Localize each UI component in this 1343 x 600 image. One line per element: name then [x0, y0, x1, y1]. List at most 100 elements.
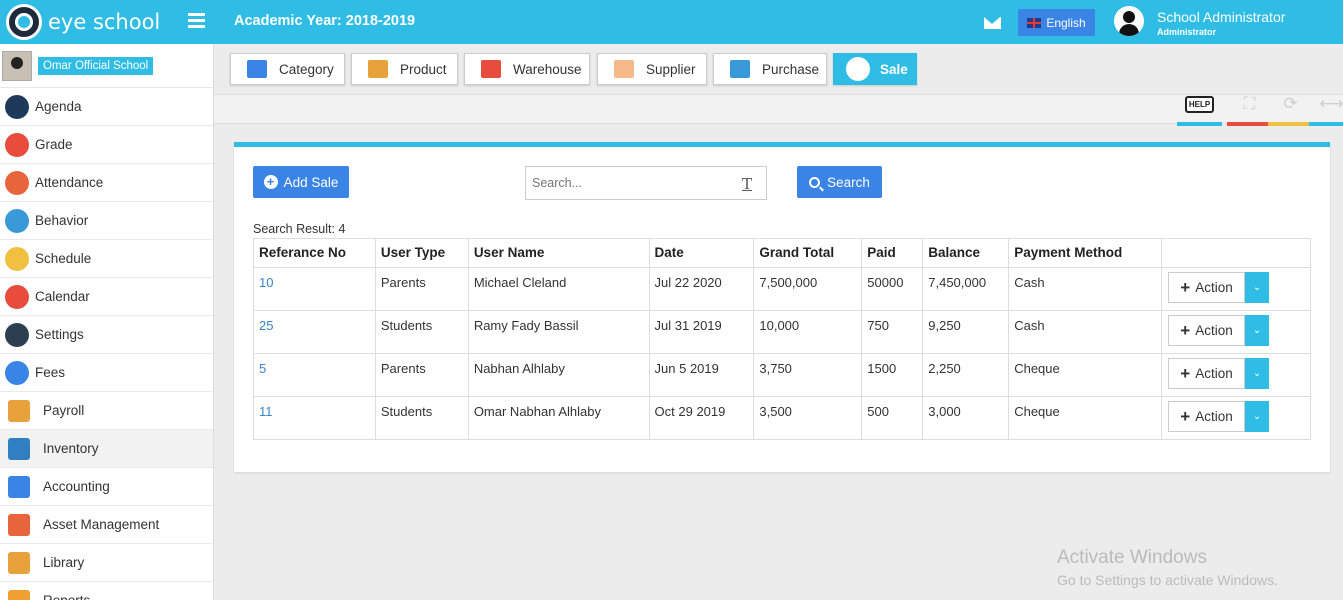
sidebar-item-payroll[interactable]: Payroll — [0, 392, 213, 430]
sidebar-item-behavior[interactable]: Behavior — [0, 202, 213, 240]
tab-sale[interactable]: Sale — [833, 53, 917, 85]
column-header: Balance — [922, 238, 1010, 268]
plus-icon: + — [1180, 278, 1191, 297]
sidebar-item-grade[interactable]: Grade — [0, 126, 213, 164]
tab-label: Purchase — [762, 61, 820, 77]
schedule-icon — [5, 246, 29, 271]
sidebar-item-label: Library — [43, 555, 85, 570]
chevron-down-icon[interactable]: ⌄ — [1245, 401, 1270, 432]
action-label: Action — [1195, 366, 1233, 381]
paid-cell: 50000 — [861, 267, 924, 311]
payment-method-cell: Cash — [1008, 267, 1163, 311]
resize-button[interactable]: ⟷ — [1309, 92, 1343, 126]
sidebar-item-label: Schedule — [35, 251, 92, 266]
table-row: 5 Parents Nabhan Alhlaby Jun 5 2019 3,750 150… — [253, 353, 1311, 397]
action-dropdown: + Action ⌄ — [1168, 358, 1305, 389]
fees-icon — [5, 360, 29, 385]
action-button[interactable]: + Action — [1168, 401, 1246, 432]
fullscreen-button[interactable]: ⛶ — [1227, 92, 1272, 126]
school-name: Omar Official School — [38, 56, 154, 75]
paid-cell: 750 — [861, 310, 924, 354]
attendance-icon — [5, 170, 29, 195]
search-icon — [809, 176, 821, 188]
tab-purchase[interactable]: Purchase — [713, 53, 827, 85]
tab-product[interactable]: Product — [351, 53, 458, 85]
grade-icon — [5, 132, 29, 157]
uk-flag-icon — [1027, 17, 1042, 28]
grand-total-cell: 3,750 — [753, 353, 863, 397]
reference-no-cell[interactable]: 10 — [253, 267, 376, 311]
hamburger-menu-icon[interactable] — [188, 13, 205, 28]
plus-icon: + — [1180, 407, 1191, 426]
action-cell: + Action ⌄ — [1161, 310, 1311, 354]
chevron-down-icon[interactable]: ⌄ — [1245, 358, 1270, 389]
action-cell: + Action ⌄ — [1161, 267, 1311, 311]
toolbar-strip — [214, 94, 1343, 124]
sidebar-item-label: Attendance — [35, 175, 104, 190]
paid-cell: 500 — [861, 396, 924, 440]
sidebar-item-settings[interactable]: Settings — [0, 316, 213, 354]
action-button[interactable]: + Action — [1168, 315, 1246, 346]
school-selector[interactable]: Omar Official School — [0, 44, 213, 88]
column-header: Referance No — [253, 238, 376, 268]
search-input[interactable] — [525, 166, 767, 200]
language-button[interactable]: English — [1018, 9, 1095, 36]
refresh-icon: ⟳ — [1283, 94, 1298, 113]
user-type-cell: Parents — [374, 353, 469, 397]
sidebar-item-calendar[interactable]: Calendar — [0, 278, 213, 316]
sidebar-item-schedule[interactable]: Schedule — [0, 240, 213, 278]
mail-icon[interactable] — [984, 17, 1001, 29]
grand-total-cell: 3,500 — [753, 396, 863, 440]
grand-total-cell: 7,500,000 — [753, 267, 863, 311]
sidebar-item-agenda[interactable]: Agenda — [0, 88, 213, 126]
sidebar-item-fees[interactable]: Fees — [0, 354, 213, 392]
help-button[interactable]: HELP — [1177, 92, 1222, 126]
column-header: Payment Method — [1008, 238, 1163, 268]
balance-cell: 7,450,000 — [922, 267, 1010, 311]
action-dropdown: + Action ⌄ — [1168, 401, 1305, 432]
action-dropdown: + Action ⌄ — [1168, 315, 1305, 346]
eye-logo-icon — [6, 4, 42, 40]
tab-label: Product — [400, 61, 447, 77]
sidebar-item-library[interactable]: Library — [0, 544, 213, 582]
top-bar: eye school Academic Year: 2018-2019 Engl… — [0, 0, 1343, 44]
logo-text: eye school — [48, 10, 161, 34]
user-name-cell: Nabhan Alhlaby — [467, 353, 650, 397]
tab-warehouse[interactable]: Warehouse — [464, 53, 590, 85]
sidebar-item-asset-management[interactable]: Asset Management — [0, 506, 213, 544]
reference-no-cell[interactable]: 11 — [253, 396, 376, 440]
plus-icon: + — [1180, 364, 1191, 383]
library-icon — [8, 551, 30, 574]
chevron-down-icon[interactable]: ⌄ — [1245, 315, 1270, 346]
paid-cell: 1500 — [861, 353, 924, 397]
tab-label: Warehouse — [513, 61, 582, 77]
column-header — [1161, 238, 1311, 268]
tab-category[interactable]: Category — [230, 53, 345, 85]
search-button[interactable]: Search — [797, 166, 882, 198]
tab-supplier[interactable]: Supplier — [597, 53, 707, 85]
reference-no-cell[interactable]: 5 — [253, 353, 376, 397]
table-row: 10 Parents Michael Cleland Jul 22 2020 7,500… — [253, 267, 1311, 311]
sidebar-item-reports[interactable]: Reports — [0, 582, 213, 600]
avatar[interactable] — [1114, 6, 1144, 36]
action-button[interactable]: + Action — [1168, 272, 1246, 303]
sidebar-item-attendance[interactable]: Attendance — [0, 164, 213, 202]
date-cell: Oct 29 2019 — [648, 396, 755, 440]
refresh-button[interactable]: ⟳ — [1268, 92, 1313, 126]
agenda-icon — [5, 94, 29, 119]
sidebar-item-label: Settings — [35, 327, 84, 342]
sidebar-item-label: Behavior — [35, 213, 89, 228]
action-button[interactable]: + Action — [1168, 358, 1246, 389]
user-name[interactable]: School Administrator — [1157, 9, 1285, 25]
behavior-icon — [5, 208, 29, 233]
reference-no-cell[interactable]: 25 — [253, 310, 376, 354]
sales-table: Referance No User Type User Name Date Grand … — [253, 238, 1311, 440]
sidebar-item-accounting[interactable]: Accounting — [0, 468, 213, 506]
warehouse-icon — [481, 60, 501, 78]
settings-icon — [5, 322, 29, 347]
sidebar-item-inventory[interactable]: Inventory — [0, 430, 213, 468]
add-sale-button[interactable]: + Add Sale — [253, 166, 349, 198]
chevron-down-icon[interactable]: ⌄ — [1245, 272, 1270, 303]
tab-label: Sale — [880, 61, 908, 77]
app-logo[interactable]: eye school — [6, 4, 160, 40]
